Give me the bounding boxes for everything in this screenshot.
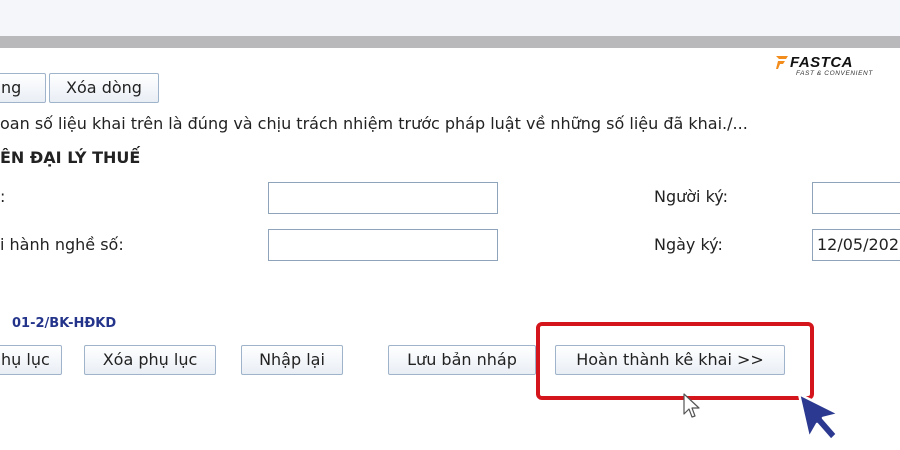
top-band xyxy=(0,0,900,36)
practice-cert-input[interactable] xyxy=(268,229,498,261)
declaration-text: oan số liệu khai trên là đúng và chịu tr… xyxy=(0,114,748,133)
signer-label: Người ký: xyxy=(654,187,728,206)
tax-agent-section-title: ÊN ĐẠI LÝ THUẾ xyxy=(0,148,141,167)
add-row-button[interactable]: ng xyxy=(0,73,46,103)
agent-name-input[interactable] xyxy=(268,182,498,214)
add-appendix-button[interactable]: hụ lục xyxy=(0,345,62,375)
reenter-button[interactable]: Nhập lại xyxy=(241,345,343,375)
header-divider-bar xyxy=(0,36,900,48)
delete-row-button[interactable]: Xóa dòng xyxy=(49,73,159,103)
highlight-frame xyxy=(536,322,814,400)
logo-tagline: FAST & CONVENIENT xyxy=(796,70,873,77)
pointer-arrow-icon xyxy=(797,392,841,442)
save-draft-button[interactable]: Lưu bản nháp xyxy=(388,345,536,375)
signer-input[interactable] xyxy=(812,182,900,214)
sign-date-label: Ngày ký: xyxy=(654,235,723,254)
fastca-logo: FASTCA FAST & CONVENIENT xyxy=(776,54,886,82)
mouse-pointer-icon xyxy=(683,393,700,418)
delete-appendix-button[interactable]: Xóa phụ lục xyxy=(84,345,216,375)
sign-date-input[interactable]: 12/05/2022 xyxy=(812,229,900,261)
logo-wordmark: FASTCA xyxy=(790,54,853,71)
agent-name-label: : xyxy=(0,187,6,206)
practice-cert-label: i hành nghề số: xyxy=(0,235,124,254)
fastca-logo-icon xyxy=(776,56,788,69)
appendix-link[interactable]: 01-2/BK-HĐKD xyxy=(12,316,116,331)
